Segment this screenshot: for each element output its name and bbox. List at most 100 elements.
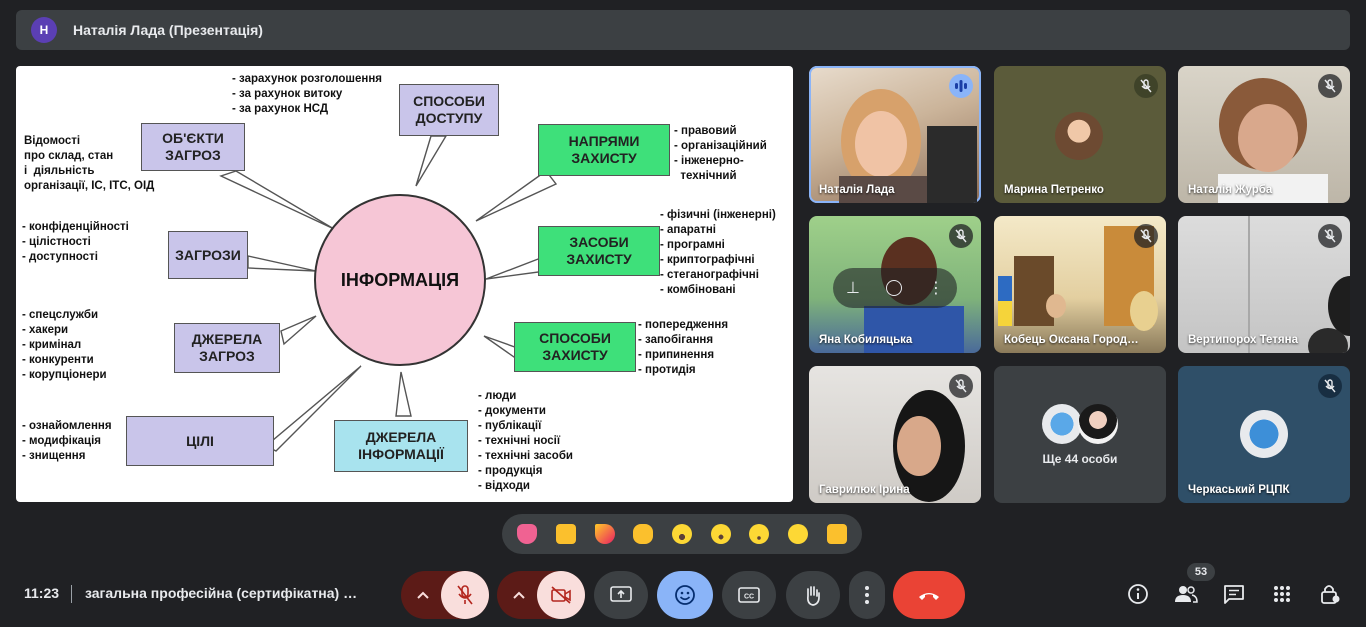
participant-tile[interactable]: Гаврилюк Ірина — [809, 366, 981, 503]
more-options-icon[interactable]: ⋮ — [928, 278, 944, 298]
emoji-icon — [675, 585, 695, 605]
thumbs-up-icon[interactable] — [551, 519, 581, 549]
people-button[interactable] — [1168, 576, 1204, 612]
participant-name: Гаврилюк Ірина — [819, 484, 910, 496]
hang-up-icon — [919, 593, 939, 600]
participant-tile[interactable]: Вертипорох Тетяна — [1178, 216, 1350, 353]
chat-button[interactable] — [1216, 576, 1252, 612]
present-screen-button[interactable] — [594, 571, 648, 619]
pin-icon[interactable]: ⊥ — [846, 278, 860, 298]
closed-captions-icon: CC — [738, 587, 760, 603]
access-list: - зарахунок розголошення - за рахунок ви… — [232, 73, 383, 115]
avatar — [1055, 112, 1103, 160]
sparkling-heart-icon[interactable] — [512, 519, 542, 549]
mic-off-icon — [1318, 374, 1342, 398]
participant-name: Кобець Оксана Город… — [1004, 334, 1139, 346]
tile-hover-controls: ⊥ ⋮ — [833, 268, 957, 308]
camera-options-button[interactable] — [497, 571, 541, 619]
reactions-button[interactable] — [657, 571, 713, 619]
mic-off-icon — [457, 585, 473, 605]
info-icon — [1128, 584, 1148, 604]
mic-control-group — [401, 571, 489, 619]
avatar — [1240, 410, 1288, 458]
threats-box: ЗАГРОЗИ — [168, 231, 248, 279]
mute-participant-icon[interactable] — [885, 280, 902, 296]
thinking-face-icon[interactable] — [783, 519, 813, 549]
presentation-slide: - зарахунок розголошення - за рахунок ви… — [16, 66, 793, 502]
captions-button[interactable]: CC — [722, 571, 776, 619]
camera-toggle-button[interactable] — [537, 571, 585, 619]
participant-tile[interactable]: Кобець Оксана Город… — [994, 216, 1166, 353]
svg-text:CC: CC — [744, 594, 754, 601]
meeting-title: загальна професійна (сертифікатна) … — [85, 585, 358, 601]
more-options-button[interactable] — [849, 571, 885, 619]
participant-tile[interactable]: Марина Петренко — [994, 66, 1166, 203]
participant-tile[interactable]: ⊥ ⋮ Яна Кобиляцька — [809, 216, 981, 353]
lock-person-icon — [1321, 585, 1340, 604]
sources-info-list: - люди - документи - публікації - техніч… — [478, 390, 574, 492]
mic-toggle-button[interactable] — [441, 571, 489, 619]
clock: 11:23 — [24, 585, 60, 601]
more-vert-icon — [865, 586, 869, 604]
presenter-bar: Н Наталія Лада (Презентація) — [16, 10, 1350, 50]
raise-hand-icon — [807, 586, 820, 606]
directions-list: - правовий - організаційний - інженерно-… — [674, 125, 767, 182]
raise-hand-button[interactable] — [786, 571, 840, 619]
chevron-up-icon — [513, 591, 525, 599]
more-participants-tile[interactable]: Ще 44 особи — [994, 366, 1166, 503]
participant-name: Черкаський РЦПК — [1188, 484, 1290, 496]
meeting-info-button[interactable] — [1120, 576, 1156, 612]
access-box: СПОСОБИ ДОСТУПУ — [399, 84, 499, 136]
leave-call-button[interactable] — [893, 571, 965, 619]
participant-name: Наталія Журба — [1188, 184, 1273, 196]
mic-options-button[interactable] — [401, 571, 445, 619]
participant-name: Марина Петренко — [1004, 184, 1104, 196]
chevron-up-icon — [417, 591, 429, 599]
surprised-face-icon[interactable] — [706, 519, 736, 549]
camera-control-group — [497, 571, 585, 619]
mic-off-icon — [1318, 74, 1342, 98]
mic-off-icon — [1134, 74, 1158, 98]
activities-button[interactable] — [1264, 576, 1300, 612]
host-controls-button[interactable] — [1312, 576, 1348, 612]
means-list: - фізичні (інженерні) - апаратні - прогр… — [660, 209, 776, 296]
methods-box: СПОСОБИ ЗАХИСТУ — [514, 322, 636, 372]
sources-threats-box: ДЖЕРЕЛА ЗАГРОЗ — [174, 323, 280, 373]
participant-name: Вертипорох Тетяна — [1188, 334, 1298, 346]
chat-icon — [1224, 585, 1244, 604]
directions-box: НАПРЯМИ ЗАХИСТУ — [538, 124, 670, 176]
sources-threats-list: - спецслужби - хакери - кримінал - конку… — [22, 309, 107, 381]
party-popper-icon[interactable] — [590, 519, 620, 549]
presenter-avatar: Н — [31, 17, 57, 43]
speaking-indicator-icon — [949, 74, 973, 98]
means-box: ЗАСОБИ ЗАХИСТУ — [538, 226, 660, 276]
more-participants-label: Ще 44 особи — [1042, 452, 1118, 466]
participant-tile[interactable]: Наталія Лада — [809, 66, 981, 203]
thumbs-down-icon[interactable] — [822, 519, 852, 549]
methods-list: - попередження - запобігання - припиненн… — [638, 319, 729, 376]
participant-tile[interactable]: Черкаський РЦПК — [1178, 366, 1350, 503]
tears-of-joy-icon[interactable] — [667, 519, 697, 549]
participant-name: Яна Кобиляцька — [819, 334, 913, 346]
camera-off-icon — [551, 586, 571, 604]
mic-off-icon — [1134, 224, 1158, 248]
clapping-hands-icon[interactable] — [628, 519, 658, 549]
threats-list: - конфіденційності - цілістності - досту… — [22, 221, 129, 263]
reactions-bar — [502, 514, 862, 554]
mic-off-icon — [949, 374, 973, 398]
avatar — [1042, 404, 1082, 444]
presenter-title: Наталія Лада (Презентація) — [73, 22, 263, 38]
apps-grid-icon — [1274, 586, 1290, 602]
objects-list: Відомості про склад, стан і діяльність о… — [24, 135, 155, 192]
participant-tile[interactable]: Наталія Журба — [1178, 66, 1350, 203]
goals-box: ЦІЛІ — [126, 416, 274, 466]
mic-off-icon — [949, 224, 973, 248]
participant-name: Наталія Лада — [819, 184, 895, 196]
divider — [71, 585, 72, 603]
mic-off-icon — [1318, 224, 1342, 248]
sad-face-icon[interactable] — [744, 519, 774, 549]
goals-list: - ознайомлення - модифікація - знищення — [22, 420, 112, 462]
objects-box: ОБ'ЄКТИ ЗАГРОЗ — [141, 123, 245, 171]
avatar — [1078, 404, 1118, 444]
present-screen-icon — [610, 586, 632, 602]
